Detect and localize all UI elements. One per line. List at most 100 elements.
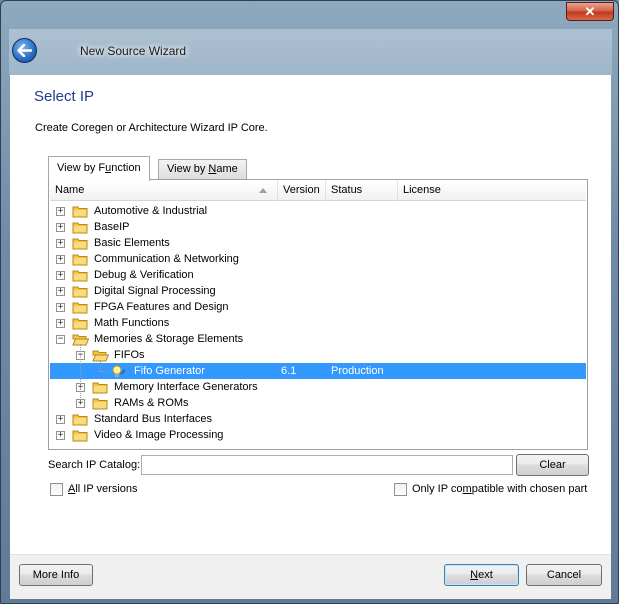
tree-item-label: Fifo Generator: [134, 365, 205, 377]
tab-view-by-name[interactable]: View by Name: [158, 159, 247, 180]
search-label-pre: Search IP Catalo: [48, 459, 131, 471]
tab-label-pre: View by F: [57, 162, 106, 174]
expand-icon[interactable]: +: [56, 287, 65, 296]
tree-item-label: Automotive & Industrial: [94, 205, 208, 217]
tree-connector: [100, 360, 101, 371]
folder-icon: [72, 238, 88, 250]
next-button[interactable]: Next: [444, 564, 519, 586]
all-versions-option[interactable]: All IP versions: [50, 482, 138, 496]
compatible-text-post: patible with chosen part: [471, 483, 588, 495]
collapse-icon[interactable]: −: [56, 335, 65, 344]
expand-icon[interactable]: +: [56, 239, 65, 248]
tree-item-category[interactable]: + FPGA Features and Design: [50, 299, 586, 315]
tree-item-label: Digital Signal Processing: [94, 285, 216, 297]
compatible-only-checkbox[interactable]: [394, 482, 407, 496]
tree-item-category[interactable]: − Memories & Storage Elements: [50, 331, 586, 347]
tab-view-by-function[interactable]: View by Function: [48, 156, 150, 181]
tree-item-label: Memories & Storage Elements: [94, 333, 244, 345]
folder-icon: [72, 206, 88, 218]
cancel-button[interactable]: Cancel: [526, 564, 602, 586]
all-versions-checkbox[interactable]: [50, 482, 63, 496]
folder-icon: [72, 302, 88, 314]
window-title: New Source Wizard: [80, 44, 187, 58]
tree-item-label: Memory Interface Generators: [114, 381, 258, 393]
tab-label-pre: View by: [167, 163, 209, 175]
search-label-post: :: [137, 459, 141, 471]
page-title: Select IP: [34, 88, 95, 105]
tree-item-label: Communication & Networking: [94, 253, 239, 265]
folder-icon: [72, 254, 88, 266]
folder-icon: [72, 222, 88, 234]
compatible-mnemonic: m: [462, 483, 472, 495]
column-header-row: Name Version Status License: [50, 181, 586, 201]
more-info-button[interactable]: More Info: [19, 564, 93, 586]
tree-item-label: Debug & Verification: [94, 269, 194, 281]
tree-item-category[interactable]: + Memory Interface Generators: [50, 379, 586, 395]
tree-item-label: BaseIP: [94, 221, 130, 233]
tree-item-category[interactable]: − FIFOs: [50, 347, 586, 363]
folder-icon: [72, 286, 88, 298]
expand-icon[interactable]: +: [56, 255, 65, 264]
tree-item-label: Basic Elements: [94, 237, 170, 249]
folder-icon: [92, 398, 108, 410]
folder-icon: [72, 430, 88, 442]
back-arrow-icon: [17, 44, 32, 57]
tree-item-category[interactable]: + Automotive & Industrial: [50, 203, 586, 219]
clear-button[interactable]: Clear: [516, 454, 589, 476]
wizard-content: Select IP Create Coregen or Architecture…: [10, 75, 611, 554]
wizard-footer: More Info Next Cancel: [10, 554, 611, 599]
tree-item-label: Math Functions: [94, 317, 170, 329]
folder-icon: [72, 414, 88, 426]
tree-item-category[interactable]: + Communication & Networking: [50, 251, 586, 267]
tree-item-category[interactable]: + Digital Signal Processing: [50, 283, 586, 299]
expand-icon[interactable]: +: [56, 431, 65, 440]
window-frame: ✕ New Source Wizard Select IP Create Cor…: [0, 0, 619, 604]
close-button[interactable]: ✕: [566, 2, 614, 21]
tree-item-category[interactable]: + RAMs & ROMs: [50, 395, 586, 411]
tree-item-category[interactable]: + Basic Elements: [50, 235, 586, 251]
ip-tree-panel: Name Version Status License + Automotive …: [48, 179, 588, 450]
tree-item-status: Production: [331, 365, 384, 377]
ip-core-icon: [112, 365, 126, 377]
expand-icon[interactable]: +: [56, 303, 65, 312]
compatible-only-label: Only IP compatible with chosen part: [412, 483, 587, 495]
column-version[interactable]: Version: [278, 181, 326, 201]
page-description: Create Coregen or Architecture Wizard IP…: [35, 122, 268, 134]
expand-icon[interactable]: +: [56, 207, 65, 216]
tree-item-label: Video & Image Processing: [94, 429, 224, 441]
folder-icon: [72, 318, 88, 330]
tree-item-category[interactable]: + Standard Bus Interfaces: [50, 411, 586, 427]
column-license[interactable]: License: [398, 181, 586, 201]
tab-label-post: ame: [216, 163, 238, 175]
expand-icon[interactable]: +: [56, 319, 65, 328]
search-input[interactable]: [141, 455, 513, 475]
next-mnemonic: N: [470, 569, 479, 581]
all-versions-text: ll IP versions: [75, 483, 138, 495]
compatible-text-pre: Only IP co: [412, 483, 463, 495]
next-label: ext: [478, 569, 493, 581]
tree-item-label: RAMs & ROMs: [114, 397, 189, 409]
tree-connector: [80, 344, 81, 402]
tab-label-post: nction: [111, 162, 141, 174]
expand-icon[interactable]: +: [56, 271, 65, 280]
tree-item-ip-core[interactable]: Fifo Generator 6.1 Production: [50, 363, 586, 379]
back-button[interactable]: [12, 38, 37, 63]
all-versions-label: All IP versions: [68, 483, 138, 495]
tree-item-category[interactable]: + Debug & Verification: [50, 267, 586, 283]
tree-item-label: FIFOs: [114, 349, 145, 361]
folder-icon: [72, 270, 88, 282]
compatible-only-option[interactable]: Only IP compatible with chosen part: [394, 482, 587, 496]
expand-icon[interactable]: +: [56, 223, 65, 232]
tree-item-category[interactable]: + Video & Image Processing: [50, 427, 586, 443]
folder-icon: [92, 382, 108, 394]
search-label: Search IP Catalog:: [48, 459, 140, 471]
sort-up-icon: [259, 188, 267, 193]
tree-connector: [100, 371, 108, 372]
column-status[interactable]: Status: [326, 181, 398, 201]
expand-icon[interactable]: +: [56, 415, 65, 424]
tree-item-category[interactable]: + BaseIP: [50, 219, 586, 235]
tree-item-category[interactable]: + Math Functions: [50, 315, 586, 331]
tree-item-version: 6.1: [281, 365, 297, 377]
column-name[interactable]: Name: [50, 181, 278, 201]
tree-item-label: FPGA Features and Design: [94, 301, 229, 313]
